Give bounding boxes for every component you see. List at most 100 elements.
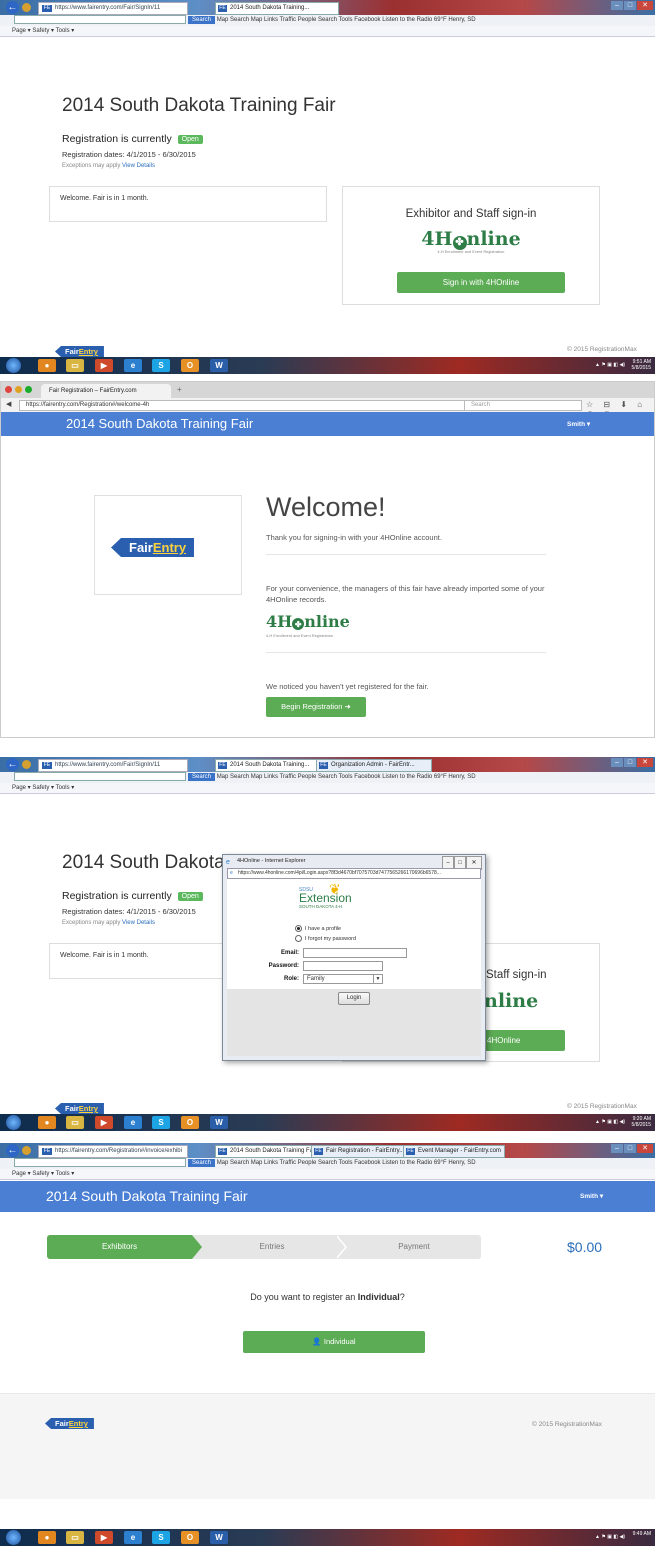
forward-icon[interactable]: [22, 760, 31, 769]
outlook-icon[interactable]: O: [181, 1531, 199, 1544]
folder-icon[interactable]: ▭: [66, 1531, 84, 1544]
fairentry-logo[interactable]: FairEntry: [55, 1103, 104, 1114]
search-input[interactable]: Search: [464, 400, 582, 411]
address-bar[interactable]: FE https://www.fairentry.com/Fair/SignIn/…: [38, 759, 188, 772]
maximize-icon[interactable]: □: [624, 1, 636, 10]
toolbar-links[interactable]: Map Search Map Links Traffic People Sear…: [217, 1160, 476, 1166]
login-button[interactable]: Login: [338, 992, 370, 1005]
forward-icon[interactable]: [22, 3, 31, 12]
role-select[interactable]: Family ▼: [303, 974, 383, 984]
start-icon[interactable]: [6, 358, 21, 373]
toolbar-search-button[interactable]: Search: [188, 772, 216, 781]
radio-icon[interactable]: [295, 925, 302, 932]
radio-have-profile[interactable]: I have a profile: [295, 925, 341, 932]
fair-title: 2014 South Dakota: [62, 852, 225, 873]
view-details-link[interactable]: View Details: [122, 920, 155, 926]
toolbar-search-input[interactable]: [14, 772, 186, 781]
close-icon[interactable]: ✕: [637, 758, 653, 767]
popup-address-bar[interactable]: e https://www.4honline.com/4pi/Login.asp…: [227, 868, 481, 879]
word-icon[interactable]: W: [210, 1531, 228, 1544]
command-bar-items[interactable]: Page ▾ Safety ▾ Tools ▾: [12, 28, 74, 34]
toolbar-search-button[interactable]: Search: [188, 15, 216, 24]
player-icon[interactable]: ▶: [95, 359, 113, 372]
media-icon[interactable]: ●: [38, 1531, 56, 1544]
player-icon[interactable]: ▶: [95, 1531, 113, 1544]
view-details-link[interactable]: View Details: [122, 163, 155, 169]
ie-icon[interactable]: e: [124, 1531, 142, 1544]
user-menu[interactable]: Smith ▾: [580, 1192, 603, 1200]
maximize-icon[interactable]: □: [624, 758, 636, 767]
tray-icons[interactable]: ▲ ⚑ ▣ ◧ ◀): [595, 1119, 625, 1125]
outlook-icon[interactable]: O: [181, 359, 199, 372]
nav-title[interactable]: 2014 South Dakota Training Fair: [46, 1188, 248, 1204]
email-field[interactable]: [303, 948, 407, 958]
folder-icon[interactable]: ▭: [66, 359, 84, 372]
address-bar[interactable]: FE https://www.fairentry.com/Fair/SignIn/…: [38, 2, 188, 15]
close-icon[interactable]: ✕: [637, 1144, 653, 1153]
skype-icon[interactable]: S: [152, 1116, 170, 1129]
forward-icon[interactable]: [22, 1146, 31, 1155]
step-payment[interactable]: Payment: [347, 1235, 481, 1259]
folder-icon[interactable]: ▭: [66, 1116, 84, 1129]
radio-forgot-password[interactable]: I forgot my password: [295, 935, 356, 942]
individual-button[interactable]: 👤 Individual: [243, 1331, 425, 1353]
clock: 9:49 AM: [633, 1531, 651, 1537]
address-bar[interactable]: https://fairentry.com/Registration#/welc…: [19, 400, 467, 411]
toolbar-search-input[interactable]: [14, 1158, 186, 1167]
media-icon[interactable]: ●: [38, 359, 56, 372]
fairentry-logo[interactable]: FairEntry: [45, 1418, 94, 1429]
toolbar-links[interactable]: Map Search Map Links Traffic People Sear…: [217, 17, 476, 23]
minimize-icon[interactable]: –: [611, 1, 623, 10]
ie-icon[interactable]: e: [124, 1116, 142, 1129]
nav-title[interactable]: 2014 South Dakota Training Fair: [66, 416, 253, 431]
begin-registration-button[interactable]: Begin Registration ➜: [266, 697, 366, 717]
new-tab-icon[interactable]: +: [177, 385, 182, 394]
fairentry-logo[interactable]: FairEntry: [55, 346, 104, 357]
browser-tab[interactable]: FE Event Manager - FairEntry.com: [403, 1145, 505, 1158]
skype-icon[interactable]: S: [152, 1531, 170, 1544]
user-menu[interactable]: Smith ▾: [567, 420, 590, 428]
close-icon[interactable]: [5, 386, 12, 393]
tray-icons[interactable]: ▲ ⚑ ▣ ◧ ◀): [595, 362, 625, 368]
maximize-icon[interactable]: [25, 386, 32, 393]
command-bar-items[interactable]: Page ▾ Safety ▾ Tools ▾: [12, 1171, 74, 1177]
browser-tab[interactable]: FE Fair Registration - FairEntry...: [311, 1145, 417, 1158]
ie-icon[interactable]: e: [124, 359, 142, 372]
back-icon[interactable]: ←: [6, 1, 19, 14]
media-icon[interactable]: ●: [38, 1116, 56, 1129]
start-icon[interactable]: [6, 1530, 21, 1545]
word-icon[interactable]: W: [210, 1116, 228, 1129]
minimize-icon[interactable]: [15, 386, 22, 393]
address-bar[interactable]: FE https://fairentry.com/Registration#/in…: [38, 1145, 188, 1158]
tray-icons[interactable]: ▲ ⚑ ▣ ◧ ◀): [595, 1534, 625, 1540]
toolbar-search-input[interactable]: [14, 15, 186, 24]
login-popup-window: e 4HOnline - Internet Explorer – □ ✕ e htt…: [222, 854, 486, 1061]
password-field[interactable]: [303, 961, 383, 971]
skype-icon[interactable]: S: [152, 359, 170, 372]
outlook-icon[interactable]: O: [181, 1116, 199, 1129]
back-icon[interactable]: ←: [6, 758, 19, 771]
back-icon[interactable]: ◀: [6, 400, 11, 408]
player-icon[interactable]: ▶: [95, 1116, 113, 1129]
start-icon[interactable]: [6, 1115, 21, 1130]
browser-tab[interactable]: FE Organization Admin - FairEntr...: [316, 759, 432, 772]
browser-tab[interactable]: FE 2014 South Dakota Training Fai...: [215, 1145, 325, 1158]
word-icon[interactable]: W: [210, 359, 228, 372]
toolbar-search-button[interactable]: Search: [188, 1158, 216, 1167]
back-icon[interactable]: ←: [6, 1144, 19, 1157]
toolbar-links[interactable]: Map Search Map Links Traffic People Sear…: [217, 774, 476, 780]
radio-icon[interactable]: [295, 935, 302, 942]
browser-tab[interactable]: Fair Registration – FairEntry.com: [41, 384, 171, 398]
command-bar-items[interactable]: Page ▾ Safety ▾ Tools ▾: [12, 785, 74, 791]
signin-4honline-button[interactable]: Sign in with 4HOnline: [397, 272, 565, 293]
close-icon[interactable]: ✕: [637, 1, 653, 10]
browser-tab[interactable]: FE 2014 South Dakota Training...: [215, 759, 329, 772]
step-entries[interactable]: Entries: [207, 1235, 337, 1259]
maximize-icon[interactable]: □: [624, 1144, 636, 1153]
minimize-icon[interactable]: –: [611, 758, 623, 767]
minimize-icon[interactable]: –: [611, 1144, 623, 1153]
firefox-urlbar: ◀ https://fairentry.com/Registration#/we…: [1, 398, 654, 418]
browser-tab[interactable]: FE 2014 South Dakota Training...: [215, 2, 339, 15]
step-exhibitors[interactable]: Exhibitors: [47, 1235, 192, 1259]
command-bar: Page ▾ Safety ▾ Tools ▾: [0, 1169, 655, 1180]
